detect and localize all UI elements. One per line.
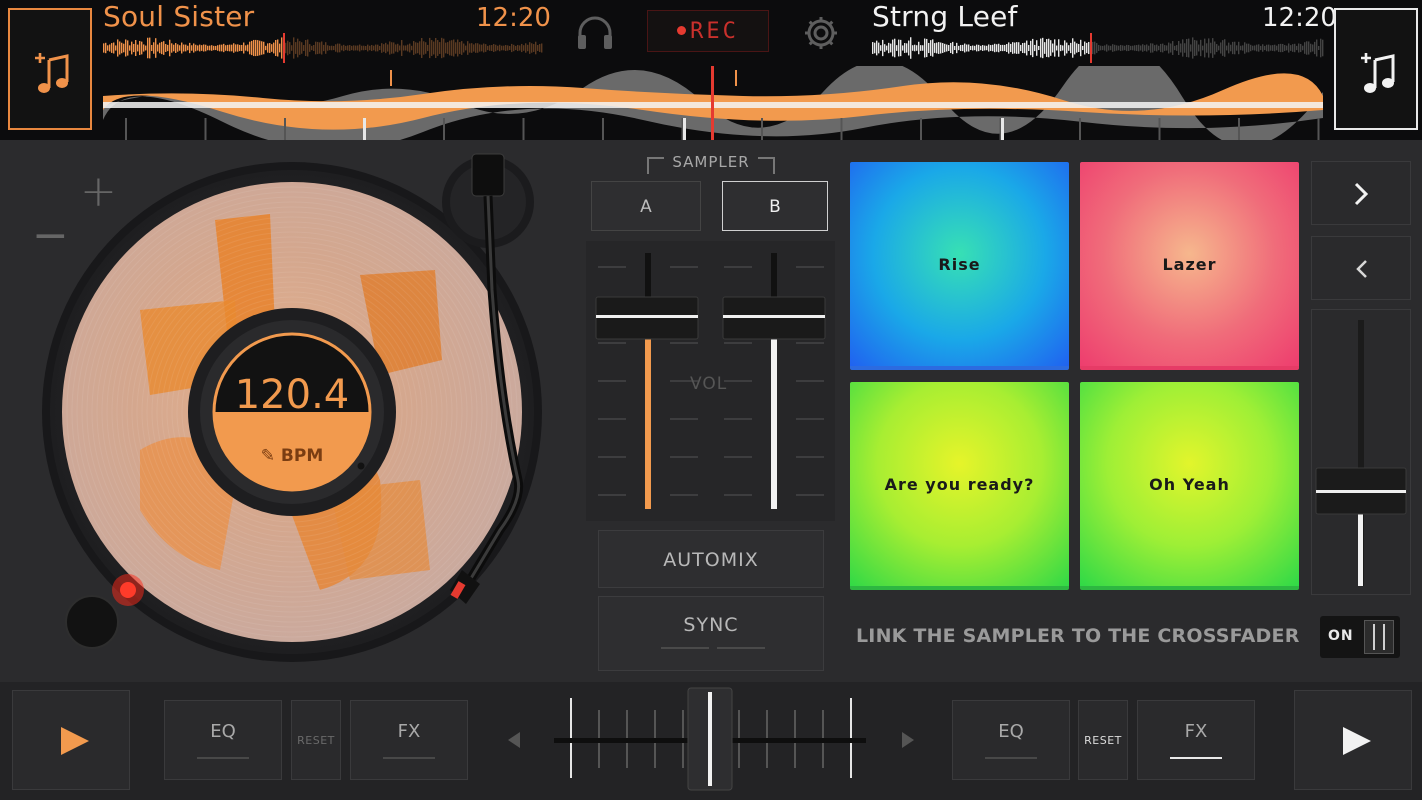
- record-dot-icon: [677, 25, 687, 35]
- play-icon: [61, 727, 89, 755]
- sync-button[interactable]: SYNC: [598, 596, 824, 671]
- music-note-plus-icon: [35, 53, 69, 93]
- pencil-icon: ✎: [260, 446, 275, 466]
- start-stop-knob[interactable]: [65, 595, 119, 649]
- record-label: REC: [690, 19, 739, 44]
- sampler-pitch-fader[interactable]: [1311, 309, 1411, 595]
- crossfader-right-arrow-icon: [902, 732, 914, 748]
- music-note-plus-icon: [1361, 53, 1395, 93]
- deck-a-eq-button[interactable]: EQ: [164, 700, 282, 780]
- link-sampler-toggle[interactable]: ON: [1320, 616, 1400, 658]
- eq-label: EQ: [998, 721, 1024, 742]
- deck-b-overview-waveform[interactable]: [872, 33, 1324, 63]
- sync-label: SYNC: [683, 614, 739, 636]
- fx-label: FX: [397, 721, 421, 742]
- link-sampler-crossfader-label: LINK THE SAMPLER TO THE CROSSFADER: [856, 625, 1300, 647]
- main-waveform[interactable]: [103, 66, 1323, 140]
- sampler-label: SAMPLER: [672, 153, 750, 171]
- bpm-edit-label[interactable]: ✎ BPM: [214, 446, 370, 466]
- deck-b-time: 12:20: [1262, 3, 1337, 33]
- pad-label: Rise: [938, 254, 981, 274]
- sampler-prev-button[interactable]: [1311, 236, 1411, 300]
- deck-a-overview-waveform[interactable]: [103, 33, 543, 63]
- top-header: Soul Sister 12:20 REC Strng Leef 12:20: [0, 0, 1422, 140]
- bpm-label: BPM: [280, 446, 324, 466]
- pad-label: Are you ready?: [884, 474, 1035, 494]
- toggle-state-label: ON: [1328, 628, 1354, 644]
- sampler-pad-rise[interactable]: Rise: [850, 162, 1069, 370]
- deck-b-play-button[interactable]: [1294, 690, 1412, 790]
- deck-a-reset-button[interactable]: RESET: [291, 700, 341, 780]
- chevron-left-icon: [1356, 260, 1367, 278]
- sampler-bank-a-button[interactable]: A: [591, 181, 701, 231]
- deck-a-fx-button[interactable]: FX: [350, 700, 468, 780]
- sampler-next-button[interactable]: [1311, 161, 1411, 225]
- automix-button[interactable]: AUTOMIX: [598, 530, 824, 588]
- sampler-pad-oh-yeah[interactable]: Oh Yeah: [1080, 382, 1299, 590]
- volume-label: VOL: [690, 374, 728, 394]
- sampler-pad-lazer[interactable]: Lazer: [1080, 162, 1299, 370]
- deck-b-track-title: Strng Leef: [872, 0, 1018, 33]
- sampler-pad-are-you-ready[interactable]: Are you ready?: [850, 382, 1069, 590]
- eq-label: EQ: [210, 721, 236, 742]
- play-icon: [1343, 727, 1371, 755]
- deck-b-reset-button[interactable]: RESET: [1078, 700, 1128, 780]
- pad-label: Oh Yeah: [1149, 474, 1230, 494]
- sampler-bank-b-button[interactable]: B: [722, 181, 828, 231]
- deck-a-play-button[interactable]: [12, 690, 130, 790]
- deck-a-time: 12:20: [476, 3, 551, 33]
- fx-label: FX: [1184, 721, 1208, 742]
- record-button[interactable]: REC: [647, 10, 769, 52]
- crossfader-left-arrow-icon: [508, 732, 520, 748]
- crossfader[interactable]: [500, 686, 922, 796]
- deck-b-eq-button[interactable]: EQ: [952, 700, 1070, 780]
- toggle-knob: [1364, 620, 1394, 654]
- pad-label: Lazer: [1162, 254, 1217, 274]
- gear-icon[interactable]: [802, 14, 840, 52]
- deck-b-fx-button[interactable]: FX: [1137, 700, 1255, 780]
- bpm-value: 120.4: [234, 372, 350, 418]
- headphones-icon[interactable]: [576, 15, 614, 51]
- deck-a-track-title: Soul Sister: [103, 0, 255, 33]
- chevron-right-icon: [1354, 182, 1369, 206]
- deck-b-add-track-button[interactable]: [1334, 8, 1418, 130]
- deck-a-add-track-button[interactable]: [8, 8, 92, 130]
